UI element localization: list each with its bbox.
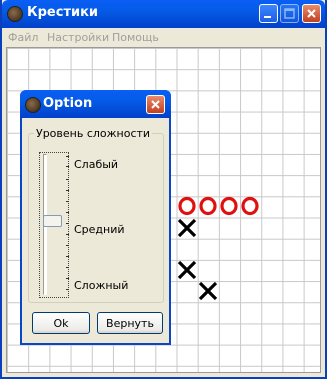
slider-tick [66, 256, 69, 257]
minimize-icon [264, 16, 271, 18]
minimize-button[interactable] [259, 4, 278, 23]
close-icon [307, 9, 316, 18]
option-dialog: Option Уровень сложности Слабый Средний … [20, 90, 171, 345]
o-mark [199, 197, 217, 216]
menu-settings[interactable]: Настройки [47, 31, 109, 44]
slider-tick [66, 278, 69, 279]
slider-tick [66, 166, 69, 167]
o-mark [220, 197, 238, 216]
level-weak-label: Слабый [74, 158, 119, 171]
slider-tick [66, 212, 69, 213]
o-mark [177, 197, 196, 216]
dialog-title-bar[interactable]: Option [20, 90, 171, 118]
x-mark [177, 218, 196, 237]
slider-tick [66, 156, 69, 157]
difficulty-group-label: Уровень сложности [34, 127, 153, 140]
x-mark [177, 260, 196, 280]
slider-tick [66, 201, 69, 202]
window-title: Крестики [27, 5, 99, 20]
menu-bar: Файл Настройки Помощь [2, 28, 325, 46]
menu-file[interactable]: Файл [8, 31, 38, 44]
level-medium-label: Средний [74, 223, 125, 236]
maximize-icon [284, 8, 295, 19]
x-mark [198, 282, 217, 301]
title-bar[interactable]: Крестики [2, 0, 325, 28]
slider-tick [66, 179, 69, 180]
dialog-title: Option [43, 96, 93, 111]
slider-tick [66, 267, 69, 268]
menu-help[interactable]: Помощь [112, 31, 159, 44]
o-mark [241, 197, 259, 216]
slider-tick [66, 234, 69, 235]
slider-tick [66, 190, 69, 191]
app-icon [25, 97, 41, 113]
ok-button[interactable]: Ok [32, 312, 90, 334]
difficulty-slider-thumb[interactable] [43, 215, 62, 227]
close-icon [151, 100, 160, 109]
app-icon [7, 6, 23, 22]
level-hard-label: Сложный [74, 279, 129, 292]
slider-tick [66, 223, 69, 224]
close-button[interactable] [302, 4, 321, 23]
slider-tick [66, 289, 69, 290]
maximize-button [280, 4, 299, 23]
revert-button[interactable]: Вернуть [97, 312, 163, 334]
slider-tick [66, 245, 69, 246]
dialog-close-button[interactable] [146, 95, 165, 114]
